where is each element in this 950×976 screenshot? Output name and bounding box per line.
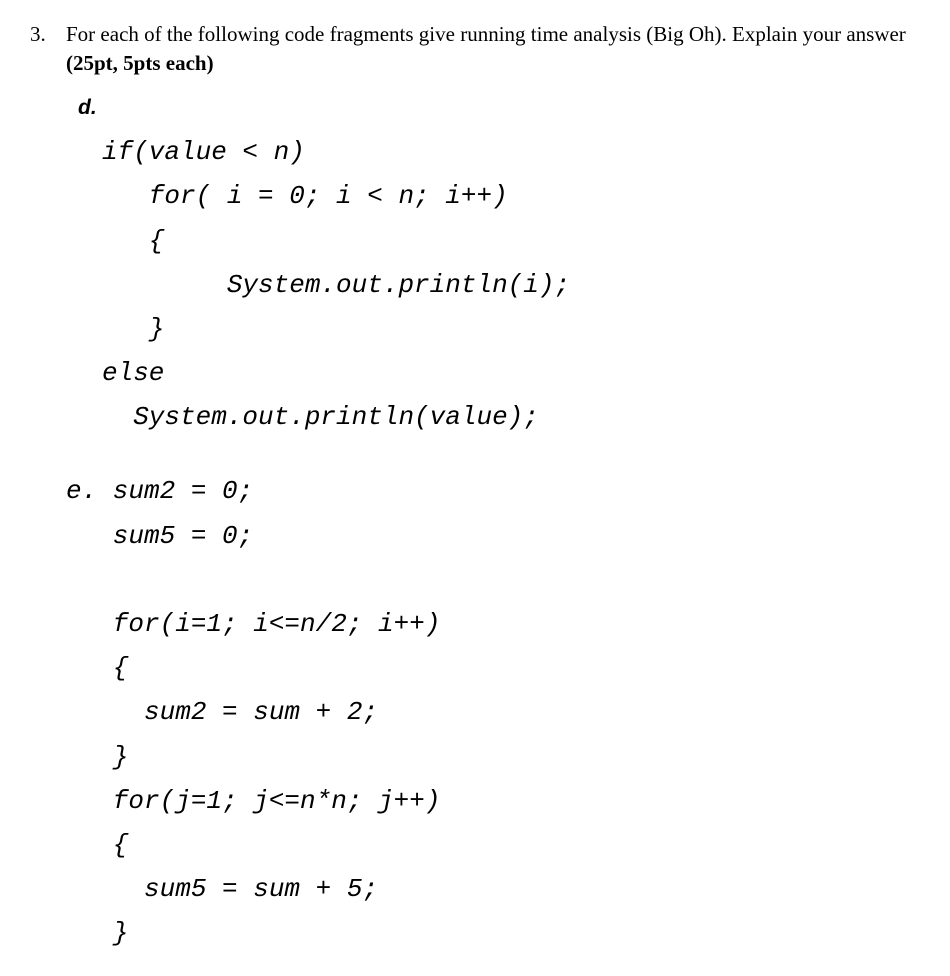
question-number: 3.	[30, 20, 66, 49]
question-text-main: For each of the following code fragments…	[66, 22, 906, 46]
question-header: 3. For each of the following code fragme…	[30, 20, 920, 79]
question-points: (25pt, 5pts each)	[66, 51, 214, 75]
part-e-code: e. sum2 = 0; sum5 = 0; for(i=1; i<=n/2; …	[66, 469, 920, 955]
part-d-label: d.	[78, 93, 920, 122]
part-d-code: if(value < n) for( i = 0; i < n; i++) { …	[102, 130, 920, 439]
question-text: For each of the following code fragments…	[66, 20, 920, 79]
